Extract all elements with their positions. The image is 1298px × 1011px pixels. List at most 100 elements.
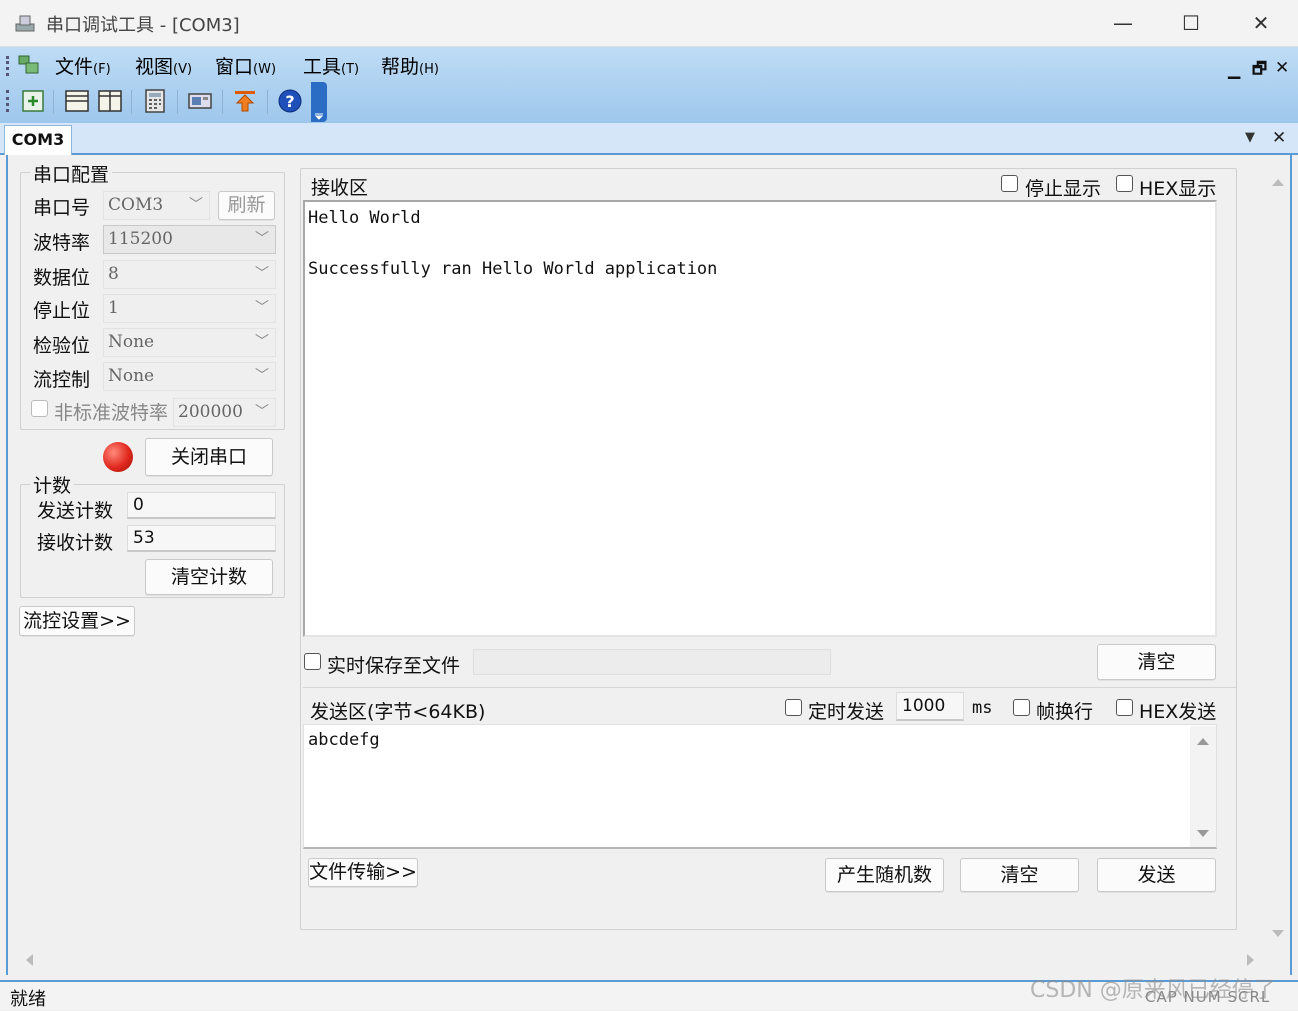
- menu-tools[interactable]: 工具(T): [303, 52, 359, 79]
- port-label: 串口号: [33, 197, 91, 219]
- minimize-button[interactable]: —: [1100, 6, 1146, 40]
- tab-close-button[interactable]: ✕: [1272, 128, 1286, 148]
- chevron-down-icon: ﹀: [255, 300, 269, 316]
- timed-send-interval-input[interactable]: 1000: [896, 692, 964, 721]
- window-title: 串口调试工具 - [COM3]: [46, 15, 240, 36]
- split-horizontal-icon[interactable]: [64, 88, 90, 114]
- tab-list-dropdown-icon[interactable]: ▼: [1245, 130, 1255, 145]
- tab-com3[interactable]: COM3: [4, 125, 72, 155]
- upload-icon[interactable]: [232, 88, 258, 114]
- frame-newline-checkbox[interactable]: [1013, 699, 1030, 716]
- timed-send-checkbox[interactable]: [785, 699, 802, 716]
- file-transfer-button[interactable]: 文件传输>>: [308, 858, 418, 887]
- refresh-button[interactable]: 刷新: [218, 191, 275, 220]
- maximize-button[interactable]: ☐: [1168, 6, 1214, 40]
- flow-select[interactable]: None ﹀: [103, 362, 276, 391]
- clear-count-button[interactable]: 清空计数: [145, 559, 273, 595]
- nonstd-baud-select[interactable]: 200000 ﹀: [173, 398, 276, 427]
- hex-send-label: HEX发送: [1139, 701, 1217, 723]
- send-title: 发送区(字节<64KB): [310, 701, 486, 723]
- scroll-arrows-icon: [26, 954, 1254, 966]
- interval-unit: ms: [972, 698, 993, 718]
- parity-select[interactable]: None ﹀: [103, 328, 276, 357]
- receive-line-1: Hello World: [308, 208, 421, 228]
- recv-count-field: 53: [127, 525, 276, 552]
- split-vertical-icon[interactable]: [97, 88, 123, 114]
- mdi-close-button[interactable]: ✕: [1275, 58, 1289, 78]
- recv-count-label: 接收计数: [37, 532, 114, 554]
- sent-count-field: 0: [127, 492, 276, 519]
- document-tab-strip: [0, 123, 1298, 155]
- status-ready: 就绪: [10, 989, 46, 1010]
- save-file-path-field[interactable]: [473, 649, 831, 675]
- baud-value: 115200: [108, 229, 173, 249]
- flow-label: 流控制: [33, 369, 91, 391]
- receive-text-area[interactable]: Hello World Successfully ran Hello World…: [303, 200, 1217, 637]
- port-value: COM3: [108, 195, 164, 215]
- vertical-scrollbar[interactable]: [1266, 170, 1290, 946]
- svg-text:?: ?: [285, 92, 294, 111]
- save-to-file-checkbox[interactable]: [304, 653, 321, 670]
- menu-help[interactable]: 帮助(H): [381, 52, 439, 79]
- send-scrollbar[interactable]: [1190, 726, 1216, 847]
- chevron-down-icon: ﹀: [255, 404, 269, 420]
- stop-display-label: 停止显示: [1025, 178, 1102, 200]
- divider: [303, 687, 1236, 688]
- menu-window-key: (W): [253, 62, 277, 77]
- app-icon: [14, 12, 36, 34]
- chevron-down-icon: ﹀: [255, 266, 269, 282]
- toolbar-grip-icon: [6, 90, 10, 112]
- menu-view-key: (V): [173, 62, 193, 77]
- send-clear-button[interactable]: 清空: [960, 858, 1079, 892]
- send-content: abcdefg: [308, 730, 380, 750]
- nonstd-baud-label: 非标准波特率: [54, 402, 169, 424]
- help-icon[interactable]: ?: [277, 88, 303, 114]
- menu-tools-key: (T): [341, 62, 360, 77]
- random-button[interactable]: 产生随机数: [825, 858, 944, 892]
- chevron-down-icon: ﹀: [189, 197, 203, 213]
- new-connection-icon[interactable]: [20, 88, 46, 114]
- hex-send-checkbox[interactable]: [1116, 699, 1133, 716]
- stop-display-checkbox[interactable]: [1001, 175, 1018, 192]
- menu-view[interactable]: 视图(V): [135, 52, 192, 79]
- flow-settings-button[interactable]: 流控设置>>: [19, 606, 135, 636]
- scroll-arrows-icon: [1197, 738, 1209, 837]
- port-status-indicator: [103, 442, 133, 472]
- calculator-icon[interactable]: [142, 88, 168, 114]
- nonstd-baud-checkbox[interactable]: [31, 400, 48, 417]
- scroll-arrows-icon: [1272, 179, 1284, 937]
- baud-select[interactable]: 115200 ﹀: [103, 225, 276, 254]
- menu-window[interactable]: 窗口(W): [215, 52, 276, 79]
- port-select[interactable]: COM3 ﹀: [103, 191, 210, 220]
- menu-tools-label: 工具: [303, 56, 342, 78]
- nonstd-baud-value: 200000: [178, 402, 243, 422]
- menu-window-label: 窗口: [215, 56, 254, 78]
- stopbits-select[interactable]: 1 ﹀: [103, 294, 276, 323]
- databits-select[interactable]: 8 ﹀: [103, 260, 276, 289]
- parity-value: None: [108, 332, 155, 352]
- menu-file[interactable]: 文件(F): [55, 52, 111, 79]
- receive-title: 接收区: [311, 177, 369, 199]
- sent-count-label: 发送计数: [37, 500, 114, 522]
- close-port-button[interactable]: 关闭串口: [145, 438, 273, 476]
- menu-help-label: 帮助: [381, 56, 420, 78]
- device-manager-icon[interactable]: [187, 88, 213, 114]
- close-button[interactable]: ✕: [1238, 6, 1284, 40]
- mdi-restore-button[interactable]: 🗗: [1252, 58, 1267, 85]
- send-button[interactable]: 发送: [1097, 858, 1216, 892]
- baud-label: 波特率: [33, 232, 91, 254]
- horizontal-scrollbar[interactable]: [14, 948, 1264, 972]
- chevron-down-icon: ﹀: [255, 368, 269, 384]
- receive-line-2: Successfully ran Hello World application: [308, 259, 718, 279]
- counter-title: 计数: [30, 471, 75, 498]
- send-text-area[interactable]: abcdefg: [303, 724, 1217, 849]
- grip-icon: [6, 56, 10, 76]
- menu-file-key: (F): [93, 62, 111, 77]
- receive-clear-button[interactable]: 清空: [1097, 644, 1216, 680]
- stopbits-label: 停止位: [33, 300, 91, 322]
- chevron-down-icon: ﹀: [255, 334, 269, 350]
- menu-file-label: 文件: [55, 56, 94, 78]
- toolbar-overflow-icon[interactable]: [311, 82, 327, 122]
- hex-display-checkbox[interactable]: [1116, 175, 1133, 192]
- mdi-minimize-button[interactable]: ▁: [1228, 60, 1240, 79]
